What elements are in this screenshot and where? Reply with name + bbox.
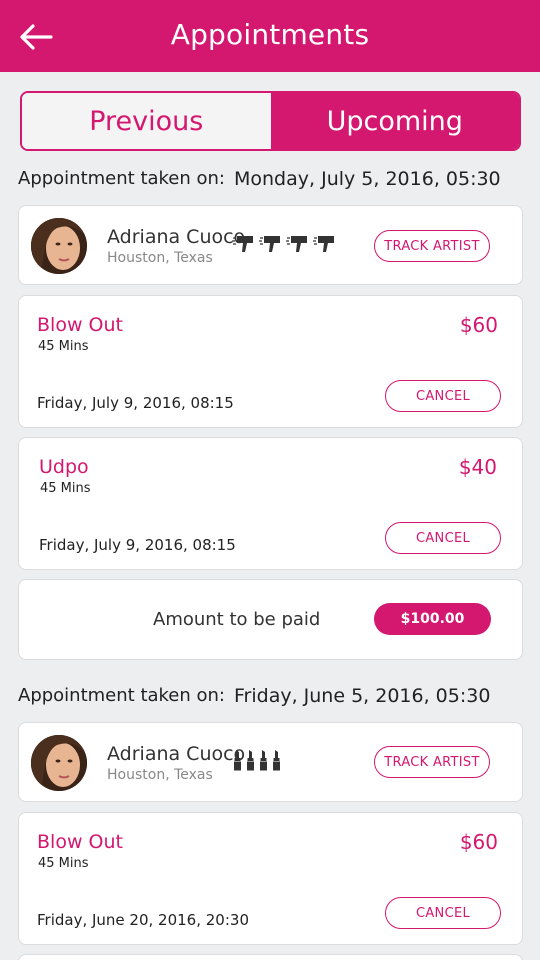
tab-upcoming[interactable]: Upcoming (270, 93, 519, 149)
service-duration: 45 Mins (40, 481, 91, 496)
cancel-button[interactable]: CANCEL (385, 522, 501, 554)
page-title: Appointments (170, 18, 370, 51)
lipstick-icons (233, 749, 281, 771)
app-header: Appointments (0, 0, 540, 72)
hair-dryer-icon (259, 236, 280, 252)
lipstick-icon (260, 750, 267, 771)
avatar (31, 735, 87, 791)
lipstick-icon (273, 750, 280, 771)
service-price: $40 (458, 455, 497, 479)
service-card: Blow Out 45 Mins $60 Friday, July 9, 201… (18, 295, 523, 428)
service-date: Friday, July 9, 2016, 08:15 (37, 394, 234, 412)
artist-name: Adriana Cuoco (107, 743, 246, 765)
artist-card: Adriana Cuoco Houston, Texas TRACK ARTIS… (18, 205, 523, 285)
appointment-taken-date: Monday, July 5, 2016, 05:30 (234, 168, 501, 190)
service-price: $60 (459, 830, 498, 854)
service-date: Friday, July 9, 2016, 08:15 (39, 536, 236, 554)
hair-dryer-icon (313, 236, 334, 252)
tab-bar: Previous Upcoming (20, 91, 521, 151)
hair-dryer-icon (232, 236, 253, 252)
service-card-partial (18, 954, 523, 960)
cancel-button[interactable]: CANCEL (385, 380, 501, 412)
artist-card: Adriana Cuoco Houston, Texas TRACK ARTIS… (18, 722, 523, 802)
track-artist-button[interactable]: TRACK ARTIST (374, 746, 490, 778)
artist-name: Adriana Cuoco (107, 226, 246, 248)
appointment-taken-label: Appointment taken on: (18, 168, 225, 189)
service-name: Blow Out (37, 314, 123, 336)
amount-label: Amount to be paid (153, 609, 321, 630)
lipstick-icon (247, 750, 254, 771)
appointment-taken-label: Appointment taken on: (18, 685, 225, 706)
amount-card: Amount to be paid $100.00 (18, 579, 523, 660)
appointment-header: Appointment taken on: Monday, July 5, 20… (18, 168, 528, 198)
appointment-header: Appointment taken on: Friday, June 5, 20… (18, 685, 528, 715)
service-name: Blow Out (37, 831, 123, 853)
service-name: Udpo (39, 456, 89, 478)
service-price: $60 (459, 313, 498, 337)
amount-value-badge[interactable]: $100.00 (374, 603, 491, 635)
service-date: Friday, June 20, 2016, 20:30 (37, 911, 249, 929)
artist-location: Houston, Texas (107, 250, 213, 266)
lipstick-icon (234, 750, 241, 771)
artist-location: Houston, Texas (107, 767, 213, 783)
hair-dryer-icons (231, 232, 336, 254)
track-artist-button[interactable]: TRACK ARTIST (374, 230, 490, 262)
service-duration: 45 Mins (38, 856, 89, 871)
tab-previous[interactable]: Previous (22, 93, 271, 149)
avatar (31, 218, 87, 274)
cancel-button[interactable]: CANCEL (385, 897, 501, 929)
service-card: Blow Out 45 Mins $60 Friday, June 20, 20… (18, 812, 523, 945)
appointment-taken-date: Friday, June 5, 2016, 05:30 (234, 685, 491, 707)
service-duration: 45 Mins (38, 339, 89, 354)
service-card: Udpo 45 Mins $40 Friday, July 9, 2016, 0… (18, 437, 523, 570)
hair-dryer-icon (286, 236, 307, 252)
